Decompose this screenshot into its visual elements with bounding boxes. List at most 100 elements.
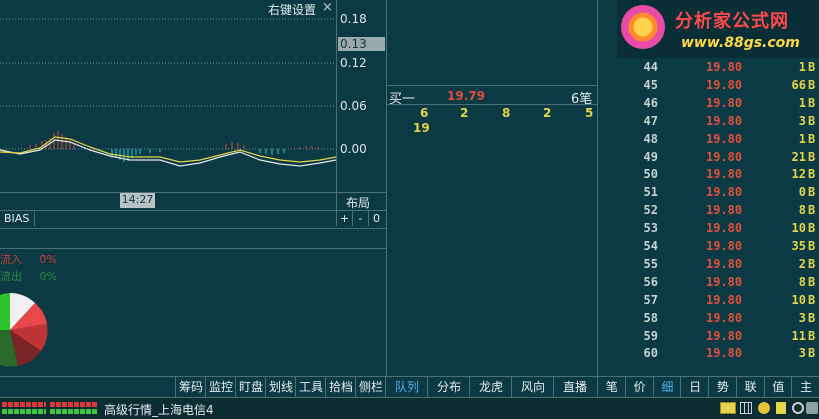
tick-index: 57	[643, 292, 658, 307]
tick-direction: B	[808, 239, 816, 253]
tick-index: 49	[643, 149, 658, 164]
tab-right-3[interactable]: 日	[680, 377, 709, 397]
logo-emblem-icon	[621, 5, 665, 49]
tick-direction: B	[808, 203, 816, 218]
tick-index: 60	[643, 346, 658, 361]
zoom-in-button[interactable]: +	[336, 211, 352, 226]
axis-tick-label: 0.06	[340, 99, 367, 113]
tick-direction: B	[808, 310, 816, 325]
tick-volume: 2	[798, 256, 806, 271]
tick-index: 46	[643, 95, 658, 110]
tick-volume: 8	[798, 274, 806, 289]
tick-direction: B	[808, 274, 816, 289]
axis-tick-label: 0.18	[340, 12, 367, 26]
tick-volume: 1	[798, 131, 806, 146]
tab-mid-4[interactable]: 直播	[553, 377, 596, 397]
tab-right-1[interactable]: 价	[624, 377, 654, 397]
tick-volume: 10	[791, 292, 806, 307]
tab-left-2[interactable]: 盯盘	[235, 377, 266, 397]
tick-volume: 8	[798, 203, 806, 218]
tick-index: 52	[643, 203, 658, 218]
queue-order: 2	[460, 106, 469, 120]
tick-price: 19.80	[706, 95, 743, 110]
tab-left-6[interactable]: 侧栏	[355, 377, 386, 397]
layout-button[interactable]: 布局	[346, 194, 370, 211]
tick-volume: 10	[791, 221, 806, 236]
tick-volume: 35	[791, 239, 806, 253]
grid-icon[interactable]	[740, 402, 752, 414]
connection-status: 高级行情_上海电信4	[104, 403, 214, 417]
fund-in-label: 流入	[0, 253, 22, 266]
tab-left-0[interactable]: 筹码	[175, 377, 206, 397]
tick-direction: B	[808, 149, 816, 164]
tab-mid-3[interactable]: 风向	[511, 377, 554, 397]
tick-price: 19.80	[706, 77, 743, 92]
tick-row: 53 19.80 10 B	[600, 221, 819, 239]
tick-volume: 3	[798, 310, 806, 325]
tab-left-4[interactable]: 工具	[295, 377, 326, 397]
tick-index: 59	[643, 328, 658, 343]
tick-price: 19.80	[706, 185, 743, 200]
tab-right-4[interactable]: 势	[708, 377, 737, 397]
tick-index: 48	[643, 131, 658, 146]
tick-index: 53	[643, 221, 658, 236]
tick-row: 44 19.80 1 B	[600, 60, 819, 78]
tick-row: 56 19.80 8 B	[600, 275, 819, 293]
tab-right-7[interactable]: 主	[791, 377, 819, 397]
tick-volume: 1	[798, 60, 806, 74]
tick-index: 56	[643, 274, 658, 289]
fund-flow-pie	[0, 293, 48, 367]
tick-row: 47 19.80 3 B	[600, 114, 819, 132]
status-bar: 高级行情_上海电信4	[0, 397, 819, 419]
tick-row: 58 19.80 3 B	[600, 311, 819, 329]
tick-volume: 66	[791, 77, 806, 92]
tick-price: 19.80	[706, 328, 743, 343]
tab-left-3[interactable]: 划线	[265, 377, 296, 397]
tick-price: 19.80	[706, 60, 743, 74]
crosshair-time-label: 14:27	[120, 193, 155, 208]
bias-indicator-chart	[0, 18, 336, 167]
tick-volume: 12	[791, 167, 806, 182]
bid1-price: 19.79	[447, 89, 485, 103]
coin-icon[interactable]	[758, 402, 770, 414]
tick-row: 50 19.80 12 B	[600, 167, 819, 185]
tick-row: 52 19.80 8 B	[600, 203, 819, 221]
tab-left-5[interactable]: 拾档	[325, 377, 356, 397]
tab-mid-2[interactable]: 龙虎	[469, 377, 512, 397]
tick-row: 60 19.80 3 B	[600, 346, 819, 364]
tab-right-2[interactable]: 细	[652, 377, 682, 397]
queue-order: 8	[502, 106, 511, 120]
tools-icon[interactable]	[792, 402, 804, 414]
tick-index: 50	[643, 167, 658, 182]
axis-tick-label: 0.00	[340, 142, 367, 156]
logo-title: 分析家公式网	[675, 11, 789, 32]
tab-right-5[interactable]: 联	[735, 377, 765, 397]
tick-volume: 0	[798, 185, 806, 200]
tick-row: 49 19.80 21 B	[600, 150, 819, 168]
tick-price: 19.80	[706, 274, 743, 289]
tick-price: 19.80	[706, 239, 743, 253]
tick-row: 46 19.80 1 B	[600, 96, 819, 114]
tick-price: 19.80	[706, 221, 743, 236]
reset-button[interactable]: 0	[368, 211, 384, 226]
tab-mid-0[interactable]: 队列	[385, 377, 428, 397]
intraday-chart-panel: 右键设置 × 0.18 0.13 0.12 0.06 0.00 14:27 布局…	[0, 0, 386, 377]
tick-direction: B	[808, 328, 816, 343]
tick-direction: B	[808, 221, 816, 236]
logo-url: www.88gs.com	[681, 35, 800, 51]
reminder-icon[interactable]	[776, 402, 786, 414]
tab-right-6[interactable]: 值	[763, 377, 793, 397]
tick-price: 19.80	[706, 167, 743, 182]
tick-price: 19.80	[706, 203, 743, 218]
tab-mid-1[interactable]: 分布	[427, 377, 470, 397]
settings-icon[interactable]	[806, 402, 818, 414]
tick-direction: B	[808, 113, 816, 128]
zoom-out-button[interactable]: -	[352, 211, 368, 226]
queue-order: 6	[420, 106, 429, 120]
mail-icon[interactable]	[720, 402, 736, 414]
indicator-tab-bias[interactable]: BIAS	[4, 211, 35, 226]
tick-index: 58	[643, 310, 658, 325]
tab-left-1[interactable]: 监控	[205, 377, 236, 397]
tab-right-0[interactable]: 笔	[597, 377, 626, 397]
tick-volume: 3	[798, 113, 806, 128]
